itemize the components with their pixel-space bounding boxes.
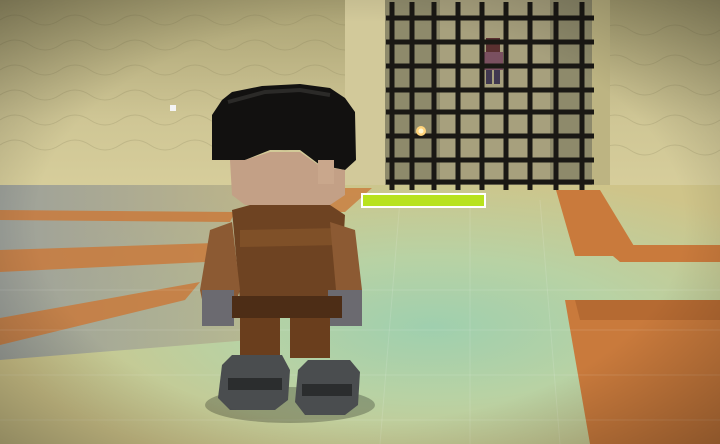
health-bar-fill: [363, 195, 484, 206]
game-world: [0, 0, 720, 444]
vignette: [0, 0, 720, 444]
game-viewport[interactable]: [0, 0, 720, 444]
health-bar: [361, 193, 486, 208]
